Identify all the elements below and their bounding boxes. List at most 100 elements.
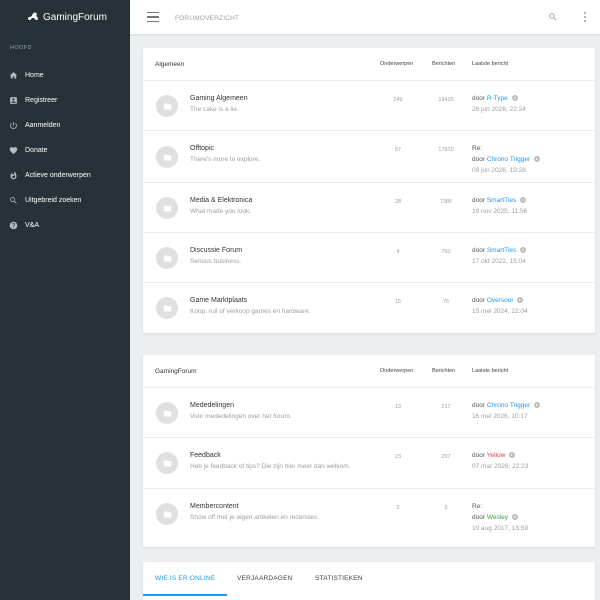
forum-title[interactable]: Membercontent	[190, 503, 239, 510]
sidebar-item-label: Registreer	[25, 97, 58, 104]
folder-icon[interactable]	[156, 503, 178, 525]
by-label: door	[472, 247, 486, 254]
forum-row: Mededelingen Voor mededelingen over het …	[143, 388, 595, 438]
post-count: 7385	[439, 199, 453, 205]
more-vert-icon[interactable]	[582, 11, 588, 23]
column-posts: Berichten	[432, 368, 456, 374]
forum-title[interactable]: Mededelingen	[190, 402, 234, 409]
folder-icon[interactable]	[156, 247, 178, 269]
category-title[interactable]: GamingForum	[155, 368, 197, 375]
sidebar-item-label: Actieve onderwerpen	[25, 172, 91, 179]
forum-description: Voor mededelingen over het forum.	[190, 413, 292, 420]
gamepad-logo-icon	[28, 12, 38, 20]
reply-prefix: Re:	[472, 503, 483, 510]
sidebar-item-label: Donate	[25, 147, 48, 154]
goto-post-icon[interactable]	[509, 452, 516, 459]
column-topics: Onderwerpen	[380, 368, 414, 374]
last-post-user[interactable]: Oversoul	[487, 297, 513, 304]
folder-icon[interactable]	[156, 197, 178, 219]
folder-icon[interactable]	[156, 452, 178, 474]
post-count: 5	[444, 505, 448, 511]
forum-description: What made you look.	[190, 208, 252, 215]
search-icon[interactable]	[548, 12, 558, 22]
goto-post-icon[interactable]	[534, 156, 541, 163]
last-post: door Yellow 07 mar 2026, 22:23	[472, 450, 528, 472]
forum-row: Feedback Heb je feedback of tips? Die zi…	[143, 438, 595, 489]
sidebar-item-label: Aanmelden	[25, 122, 61, 129]
topic-count: 2	[396, 505, 400, 511]
last-post-user[interactable]: Chrono Trigger	[487, 402, 530, 409]
register-icon	[9, 96, 18, 105]
folder-icon[interactable]	[156, 146, 178, 168]
folder-icon[interactable]	[156, 297, 178, 319]
last-post-date: 17 okt 2022, 15:04	[472, 258, 526, 265]
last-post-user[interactable]: SmartTies	[487, 197, 516, 204]
home-icon	[9, 71, 18, 80]
post-count: 17810	[438, 147, 454, 153]
forum-title[interactable]: Offtopic	[190, 145, 214, 152]
by-label: door	[472, 95, 486, 102]
by-label: door	[472, 197, 486, 204]
sidebar-item-advanced-search[interactable]: Uitgebreid zoeken	[0, 188, 130, 213]
goto-post-icon[interactable]	[520, 247, 527, 254]
column-posts: Berichten	[432, 61, 456, 67]
forum-title[interactable]: Feedback	[190, 452, 221, 459]
last-post-date: 07 mar 2026, 22:23	[472, 463, 529, 470]
goto-post-icon[interactable]	[516, 297, 523, 304]
tab-birthdays[interactable]: VERJAARDAGEN	[237, 562, 293, 596]
last-post: door SmartTies 17 okt 2022, 15:04	[472, 245, 527, 267]
forum-title[interactable]: Discussie Forum	[190, 247, 242, 254]
category-header: GamingForum Onderwerpen Berichten Laatst…	[143, 355, 595, 388]
folder-icon[interactable]	[156, 95, 178, 117]
menu-icon[interactable]	[147, 12, 159, 22]
last-post-user[interactable]: SmartTies	[487, 247, 516, 254]
last-post-user[interactable]: R-Type	[487, 95, 508, 102]
reply-prefix: Re:	[472, 145, 483, 152]
sidebar: GamingForum HOOFD Home Registreer Aanmel…	[0, 0, 130, 600]
forum-row: Offtopic There's more to explore. 57 178…	[143, 131, 595, 183]
goto-post-icon[interactable]	[520, 197, 527, 204]
help-icon	[9, 221, 18, 230]
forum-title[interactable]: Game Marktplaats	[190, 297, 247, 304]
forum-description: Serious business.	[190, 258, 242, 265]
column-last-post: Laatste bericht	[472, 61, 509, 67]
sidebar-item-donate[interactable]: Donate	[0, 138, 130, 163]
category-card-algemeen: Algemeen Onderwerpen Berichten Laatste b…	[143, 48, 595, 333]
brand[interactable]: GamingForum	[0, 0, 130, 34]
forum-title[interactable]: Media & Elektronica	[190, 197, 252, 204]
column-topics: Onderwerpen	[380, 61, 414, 67]
forum-description: There's more to explore.	[190, 156, 261, 163]
sidebar-item-register[interactable]: Registreer	[0, 88, 130, 113]
goto-post-icon[interactable]	[534, 402, 541, 409]
sidebar-item-login[interactable]: Aanmelden	[0, 113, 130, 138]
goto-post-icon[interactable]	[511, 95, 518, 102]
fire-icon	[9, 171, 18, 180]
sidebar-item-home[interactable]: Home	[0, 63, 130, 88]
goto-post-icon[interactable]	[512, 514, 519, 521]
by-label: door	[472, 156, 486, 163]
last-post-user[interactable]: Chrono Trigger	[487, 156, 530, 163]
tab-statistics[interactable]: STATISTIEKEN	[315, 562, 363, 596]
category-card-gamingforum: GamingForum Onderwerpen Berichten Laatst…	[143, 355, 595, 547]
last-post-user[interactable]: Yellow	[487, 452, 506, 459]
sidebar-heading: HOOFD	[10, 45, 32, 51]
tab-who-is-online[interactable]: WIE IS ER ONLINE	[143, 562, 228, 596]
sidebar-item-faq[interactable]: V&A	[0, 213, 130, 238]
breadcrumb[interactable]: FORUMOVERZICHT	[175, 15, 239, 22]
category-title[interactable]: Algemeen	[155, 61, 184, 68]
last-post-user[interactable]: Wesley	[487, 514, 508, 521]
by-label: door	[472, 514, 486, 521]
forum-title[interactable]: Gaming Algemeen	[190, 95, 248, 102]
forum-row: Discussie Forum Serious business. 4 760 …	[143, 233, 595, 283]
post-count: 19426	[438, 97, 454, 103]
last-post-date: 26 jun 2026, 22:24	[472, 106, 526, 113]
topic-count: 249	[393, 97, 403, 103]
last-post: door Oversoul 15 mei 2024, 22:04	[472, 295, 528, 317]
sidebar-item-label: Uitgebreid zoeken	[25, 197, 82, 204]
post-count: 297	[441, 454, 451, 460]
folder-icon[interactable]	[156, 402, 178, 424]
topic-count: 57	[394, 147, 402, 153]
sidebar-item-active-topics[interactable]: Actieve onderwerpen	[0, 163, 130, 188]
topic-count: 15	[394, 299, 402, 305]
last-post-date: 16 mei 2026, 10:17	[472, 413, 528, 420]
